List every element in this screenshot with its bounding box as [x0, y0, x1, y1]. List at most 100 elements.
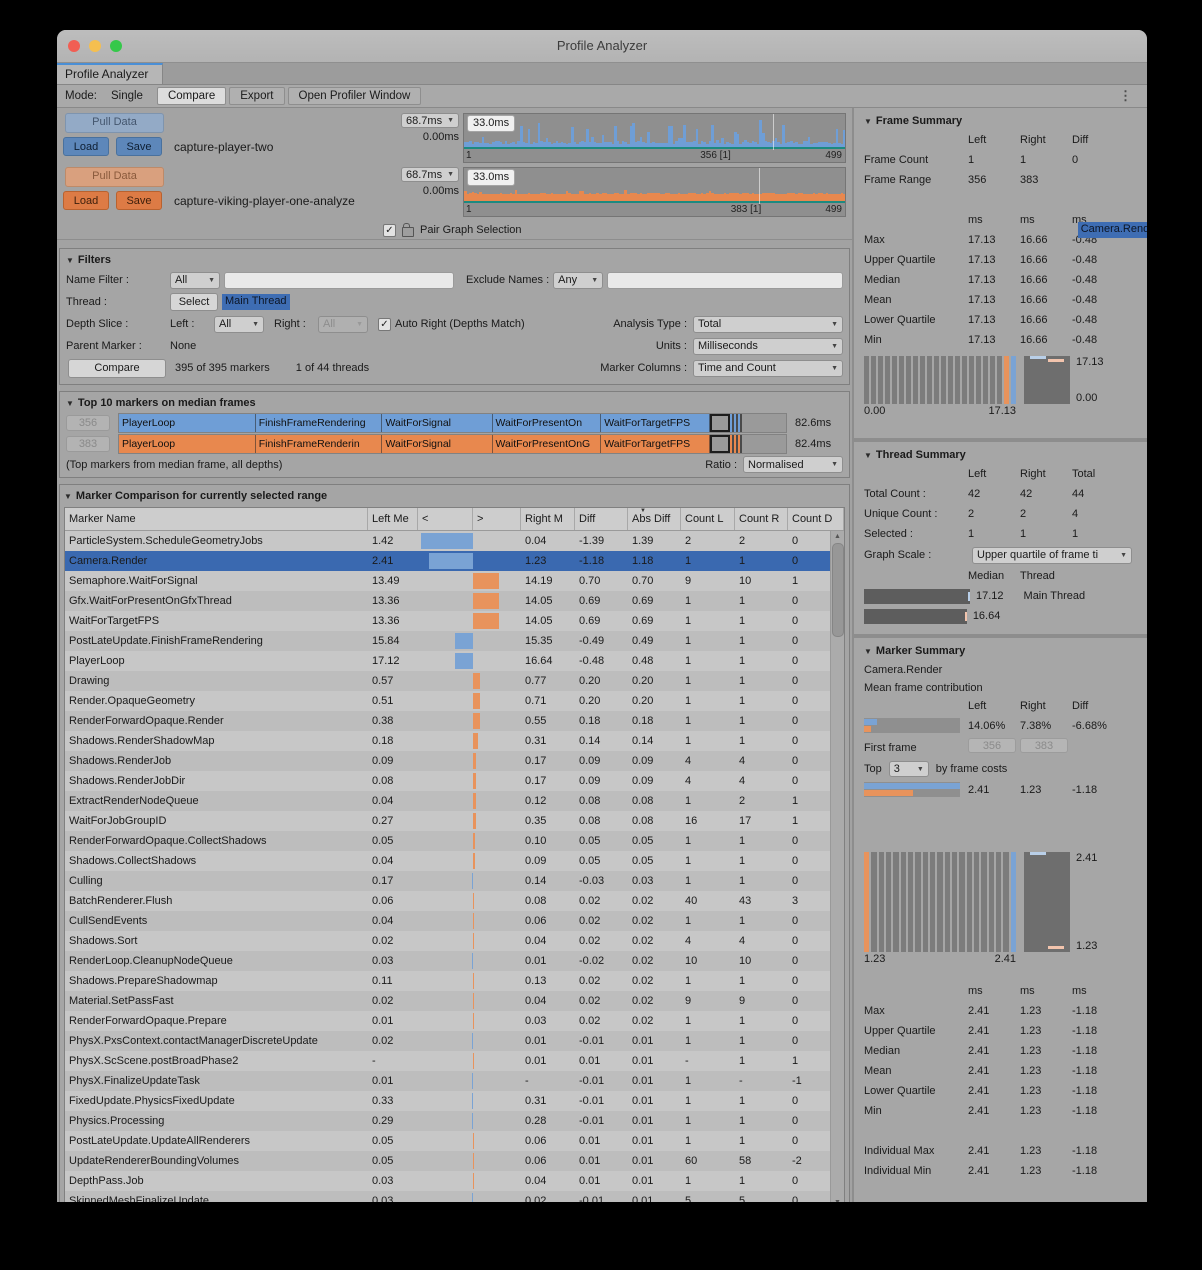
top10-marker-bar[interactable]: PlayerLoopFinishFrameRenderingWaitForSig…: [118, 413, 787, 433]
table-row[interactable]: Gfx.WaitForPresentOnGfxThread13.3614.050…: [65, 591, 831, 611]
top-n-dropdown[interactable]: 3▼: [889, 761, 929, 777]
table-row[interactable]: RenderForwardOpaque.CollectShadows0.050.…: [65, 831, 831, 851]
marker-time-pill-left[interactable]: 33.0ms: [467, 115, 515, 132]
marker-segment[interactable]: WaitForSignal: [382, 435, 492, 453]
marker-segment[interactable]: FinishFrameRenderin: [256, 435, 383, 453]
table-row[interactable]: RenderForwardOpaque.Render0.380.550.180.…: [65, 711, 831, 731]
mode-single-button[interactable]: Single: [100, 87, 154, 105]
foldout-arrow-icon[interactable]: ▼: [864, 647, 872, 656]
table-row[interactable]: Camera.Render2.411.23-1.181.18110: [65, 551, 831, 571]
table-row[interactable]: CullSendEvents0.040.060.020.02110: [65, 911, 831, 931]
table-row[interactable]: PhysX.PxsContext.contactManagerDiscreteU…: [65, 1031, 831, 1051]
foldout-arrow-icon[interactable]: ▼: [864, 117, 872, 126]
column-header[interactable]: Left Me: [368, 508, 418, 530]
minimize-button[interactable]: [89, 40, 101, 52]
marker-segment[interactable]: FinishFrameRendering: [256, 414, 383, 432]
scroll-up-icon[interactable]: ▲: [831, 533, 844, 540]
marker-segment[interactable]: WaitForPresentOn: [493, 414, 602, 432]
frame-number-button[interactable]: 356: [66, 415, 110, 431]
table-row[interactable]: Shadows.CollectShadows0.040.090.050.0511…: [65, 851, 831, 871]
column-header[interactable]: <: [418, 508, 473, 530]
first-frame-left-button[interactable]: 356: [968, 738, 1016, 753]
name-filter-input[interactable]: [224, 272, 454, 289]
save-right-button[interactable]: Save: [116, 191, 162, 210]
table-row[interactable]: Render.OpaqueGeometry0.510.710.200.20110: [65, 691, 831, 711]
load-right-button[interactable]: Load: [63, 191, 109, 210]
foldout-arrow-icon[interactable]: ▼: [864, 451, 872, 460]
table-row[interactable]: RenderForwardOpaque.Prepare0.010.030.020…: [65, 1011, 831, 1031]
graph-scale-dropdown[interactable]: Upper quartile of frame ti▼: [972, 547, 1132, 564]
column-header[interactable]: Count L: [681, 508, 735, 530]
selected-marker-chip[interactable]: Camera.Render: [1078, 222, 1147, 238]
top10-marker-bar[interactable]: PlayerLoopFinishFrameRenderinWaitForSign…: [118, 434, 787, 454]
table-row[interactable]: SkinnedMeshFinalizeUpdate0.030.02-0.010.…: [65, 1191, 831, 1202]
table-row[interactable]: Shadows.Sort0.020.040.020.02440: [65, 931, 831, 951]
pull-data-right-button[interactable]: Pull Data: [65, 167, 164, 187]
foldout-arrow-icon[interactable]: ▼: [66, 399, 74, 408]
table-row[interactable]: Semaphore.WaitForSignal13.4914.190.700.7…: [65, 571, 831, 591]
frame-time-graph-right[interactable]: 33.0ms 1 383 [1] 499: [463, 167, 846, 217]
table-row[interactable]: ExtractRenderNodeQueue0.040.120.080.0812…: [65, 791, 831, 811]
marker-boxplot[interactable]: [1024, 852, 1070, 952]
range-dropdown-left[interactable]: 68.7ms▼: [401, 113, 459, 128]
table-row[interactable]: WaitForJobGroupID0.270.350.080.0816171: [65, 811, 831, 831]
mode-compare-button[interactable]: Compare: [157, 87, 226, 105]
marker-segment[interactable]: WaitForSignal: [382, 414, 492, 432]
kebab-menu-icon[interactable]: ⋮: [1119, 88, 1132, 104]
selected-marker-box[interactable]: [710, 435, 730, 453]
analysis-type-dropdown[interactable]: Total▼: [693, 316, 843, 333]
marker-segment[interactable]: WaitForTargetFPS: [601, 435, 710, 453]
zoom-button[interactable]: [110, 40, 122, 52]
marker-histogram[interactable]: [864, 852, 1016, 952]
tab-profile-analyzer[interactable]: Profile Analyzer: [57, 63, 163, 84]
table-row[interactable]: Physics.Processing0.290.28-0.010.01110: [65, 1111, 831, 1131]
marker-segment[interactable]: PlayerLoop: [119, 435, 256, 453]
table-row[interactable]: Culling0.170.14-0.030.03110: [65, 871, 831, 891]
load-left-button[interactable]: Load: [63, 137, 109, 156]
compare-button[interactable]: Compare: [68, 359, 166, 378]
table-row[interactable]: RenderLoop.CleanupNodeQueue0.030.01-0.02…: [65, 951, 831, 971]
marker-segment[interactable]: WaitForPresentOnG: [493, 435, 602, 453]
depth-right-dropdown[interactable]: All▼: [318, 316, 368, 333]
scrollbar-thumb[interactable]: [832, 543, 844, 637]
frame-time-graph-left[interactable]: 33.0ms 1 356 [1] 499: [463, 113, 846, 163]
table-row[interactable]: UpdateRendererBoundingVolumes0.050.060.0…: [65, 1151, 831, 1171]
table-row[interactable]: WaitForTargetFPS13.3614.050.690.69110: [65, 611, 831, 631]
table-row[interactable]: Drawing0.570.770.200.20110: [65, 671, 831, 691]
close-button[interactable]: [68, 40, 80, 52]
frame-boxplot[interactable]: [1024, 356, 1070, 404]
frame-histogram[interactable]: [864, 356, 1016, 404]
foldout-arrow-icon[interactable]: ▼: [66, 256, 74, 265]
thread-select-button[interactable]: Select: [170, 293, 218, 311]
table-row[interactable]: PostLateUpdate.FinishFrameRendering15.84…: [65, 631, 831, 651]
units-dropdown[interactable]: Milliseconds▼: [693, 338, 843, 355]
marker-segment[interactable]: WaitForTargetFPS: [601, 414, 710, 432]
table-row[interactable]: Shadows.RenderJobDir0.080.170.090.09440: [65, 771, 831, 791]
pair-graph-checkbox[interactable]: ✓: [383, 224, 396, 237]
scroll-down-icon[interactable]: ▼: [831, 1199, 844, 1202]
exclude-names-input[interactable]: [607, 272, 843, 289]
table-row[interactable]: PhysX.FinalizeUpdateTask0.01--0.010.011-…: [65, 1071, 831, 1091]
table-row[interactable]: PlayerLoop17.1216.64-0.480.48110: [65, 651, 831, 671]
table-row[interactable]: FixedUpdate.PhysicsFixedUpdate0.330.31-0…: [65, 1091, 831, 1111]
auto-right-checkbox[interactable]: ✓: [378, 318, 391, 331]
table-row[interactable]: Material.SetPassFast0.020.040.020.02990: [65, 991, 831, 1011]
first-frame-right-button[interactable]: 383: [1020, 738, 1068, 753]
save-left-button[interactable]: Save: [116, 137, 162, 156]
mode-export-button[interactable]: Export: [229, 87, 284, 105]
marker-segment[interactable]: PlayerLoop: [119, 414, 256, 432]
table-row[interactable]: PhysX.ScScene.postBroadPhase2-0.010.010.…: [65, 1051, 831, 1071]
column-header[interactable]: Diff: [575, 508, 628, 530]
depth-left-dropdown[interactable]: All▼: [214, 316, 264, 333]
table-row[interactable]: BatchRenderer.Flush0.060.080.020.0240433: [65, 891, 831, 911]
marker-columns-dropdown[interactable]: Time and Count▼: [693, 360, 843, 377]
ratio-dropdown[interactable]: Normalised▼: [743, 456, 843, 473]
selected-marker-box[interactable]: [710, 414, 730, 432]
foldout-arrow-icon[interactable]: ▼: [64, 492, 72, 501]
table-row[interactable]: PostLateUpdate.UpdateAllRenderers0.050.0…: [65, 1131, 831, 1151]
pull-data-left-button[interactable]: Pull Data: [65, 113, 164, 133]
open-profiler-window-button[interactable]: Open Profiler Window: [288, 87, 422, 105]
column-header[interactable]: >: [473, 508, 521, 530]
column-header[interactable]: Right M: [521, 508, 575, 530]
vertical-scrollbar[interactable]: ▲ ▼: [830, 531, 844, 1202]
